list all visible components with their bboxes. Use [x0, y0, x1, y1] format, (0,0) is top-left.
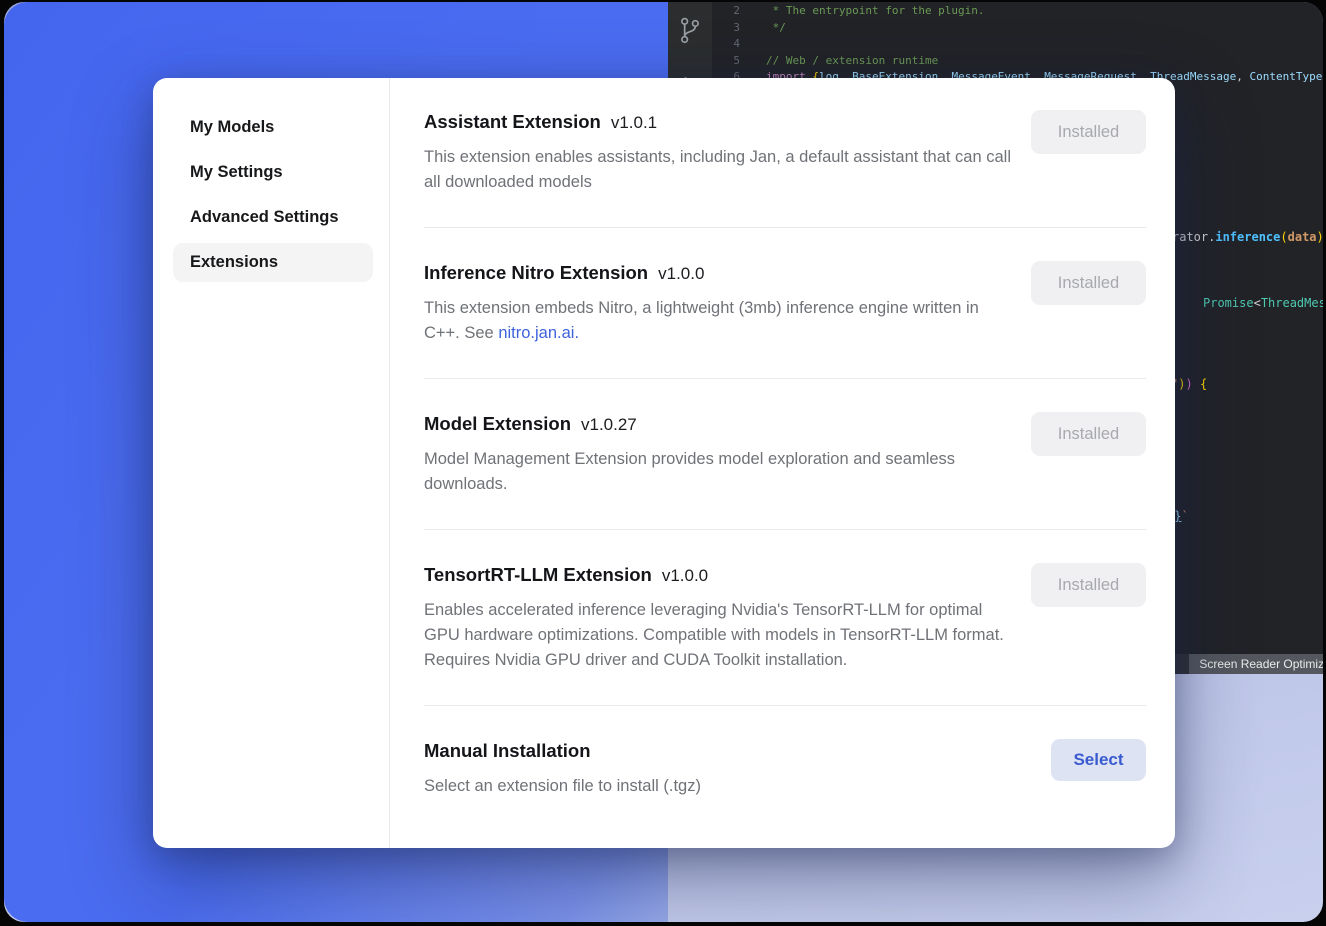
- extension-version: v1.0.0: [658, 264, 704, 283]
- installed-status-button[interactable]: Installed: [1031, 412, 1146, 456]
- code-token: rator.: [1172, 230, 1215, 244]
- code-token: `: [1181, 509, 1188, 523]
- extensions-list: Assistant Extension v1.0.1 This extension…: [390, 78, 1175, 848]
- code-token: ContentType: [1250, 70, 1323, 83]
- select-file-button[interactable]: Select: [1051, 739, 1146, 781]
- extension-name: Inference Nitro Extension: [424, 262, 648, 283]
- code-token: ThreadMessage: [1261, 296, 1323, 310]
- screen-reader-status-item: Screen Reader Optimize: [1189, 654, 1323, 674]
- installed-status-button[interactable]: Installed: [1031, 110, 1146, 154]
- extension-info: Manual Installation Select an extension …: [424, 739, 701, 799]
- settings-sidebar: My Models My Settings Advanced Settings Ext…: [153, 78, 390, 848]
- extension-description: This extension enables assistants, inclu…: [424, 145, 1012, 195]
- extension-row: TensortRT-LLM Extension v1.0.0 Enables ac…: [424, 530, 1146, 706]
- extension-row: Model Extension v1.0.27 Model Management …: [424, 379, 1146, 530]
- extension-title-line: Inference Nitro Extension v1.0.0: [424, 261, 1012, 285]
- line-number: 5: [712, 53, 740, 70]
- code-token: ): [1317, 230, 1323, 244]
- code-fragment: rator.inference(data));: [1172, 230, 1323, 245]
- extension-name: Assistant Extension: [424, 111, 601, 132]
- code-line: 3 */: [712, 20, 1323, 37]
- code-fragment: ")) {: [1171, 377, 1207, 392]
- sidebar-item-my-settings[interactable]: My Settings: [173, 153, 373, 192]
- extension-title-line: Model Extension v1.0.27: [424, 412, 1012, 436]
- sidebar-item-my-models[interactable]: My Models: [173, 108, 373, 147]
- line-number: 4: [712, 36, 740, 53]
- code-token: Promise: [1203, 296, 1254, 310]
- code-token: ,: [1236, 70, 1249, 83]
- extension-title-line: Manual Installation: [424, 739, 701, 763]
- code-token: [1193, 377, 1200, 391]
- code-token: data: [1288, 230, 1317, 244]
- settings-modal: My Models My Settings Advanced Settings Ext…: [153, 78, 1175, 848]
- code-token: // Web / extension runtime: [766, 54, 938, 67]
- sidebar-item-advanced-settings[interactable]: Advanced Settings: [173, 198, 373, 237]
- code-line: 5 // Web / extension runtime: [712, 53, 1323, 70]
- app-window: 2 * The entrypoint for the plugin.3 */45…: [4, 2, 1323, 922]
- code-token: * The entrypoint for the plugin.: [766, 4, 985, 17]
- code-lines: 2 * The entrypoint for the plugin.3 */45…: [712, 3, 1323, 86]
- code-fragment: Promise<ThreadMessage>: [1203, 296, 1323, 311]
- extension-description: Select an extension file to install (.tg…: [424, 774, 701, 799]
- extension-row: Assistant Extension v1.0.1 This extension…: [424, 78, 1146, 228]
- extension-info: TensortRT-LLM Extension v1.0.0 Enables ac…: [424, 563, 1012, 673]
- code-token: <: [1254, 296, 1261, 310]
- code-token: */: [766, 21, 786, 34]
- code-token: ): [1185, 377, 1192, 391]
- extension-description: Model Management Extension provides mode…: [424, 447, 1012, 497]
- extension-link[interactable]: nitro.jan.ai.: [498, 324, 579, 342]
- source-control-icon: [668, 16, 712, 48]
- extension-description: Enables accelerated inference leveraging…: [424, 598, 1012, 673]
- code-line: 4: [712, 36, 1323, 53]
- extension-row: Manual Installation Select an extension …: [424, 706, 1146, 831]
- code-token: {: [1200, 377, 1207, 391]
- code-line: 2 * The entrypoint for the plugin.: [712, 3, 1323, 20]
- line-number: 3: [712, 20, 740, 37]
- code-token: (: [1280, 230, 1287, 244]
- extension-row: Inference Nitro Extension v1.0.0 This ext…: [424, 228, 1146, 379]
- extension-version: v1.0.27: [581, 415, 637, 434]
- extension-name: Manual Installation: [424, 740, 591, 761]
- code-token: inference: [1215, 230, 1280, 244]
- extension-name: TensortRT-LLM Extension: [424, 564, 652, 585]
- extension-version: v1.0.1: [611, 113, 657, 132]
- extension-description: This extension embeds Nitro, a lightweig…: [424, 296, 1012, 346]
- extension-info: Model Extension v1.0.27 Model Management …: [424, 412, 1012, 497]
- extension-title-line: Assistant Extension v1.0.1: [424, 110, 1012, 134]
- extension-title-line: TensortRT-LLM Extension v1.0.0: [424, 563, 1012, 587]
- extension-info: Inference Nitro Extension v1.0.0 This ext…: [424, 261, 1012, 346]
- sidebar-item-extensions[interactable]: Extensions: [173, 243, 373, 282]
- extension-version: v1.0.0: [662, 566, 708, 585]
- installed-status-button[interactable]: Installed: [1031, 261, 1146, 305]
- line-number: 2: [712, 3, 740, 20]
- extension-name: Model Extension: [424, 413, 571, 434]
- extension-info: Assistant Extension v1.0.1 This extension…: [424, 110, 1012, 195]
- installed-status-button[interactable]: Installed: [1031, 563, 1146, 607]
